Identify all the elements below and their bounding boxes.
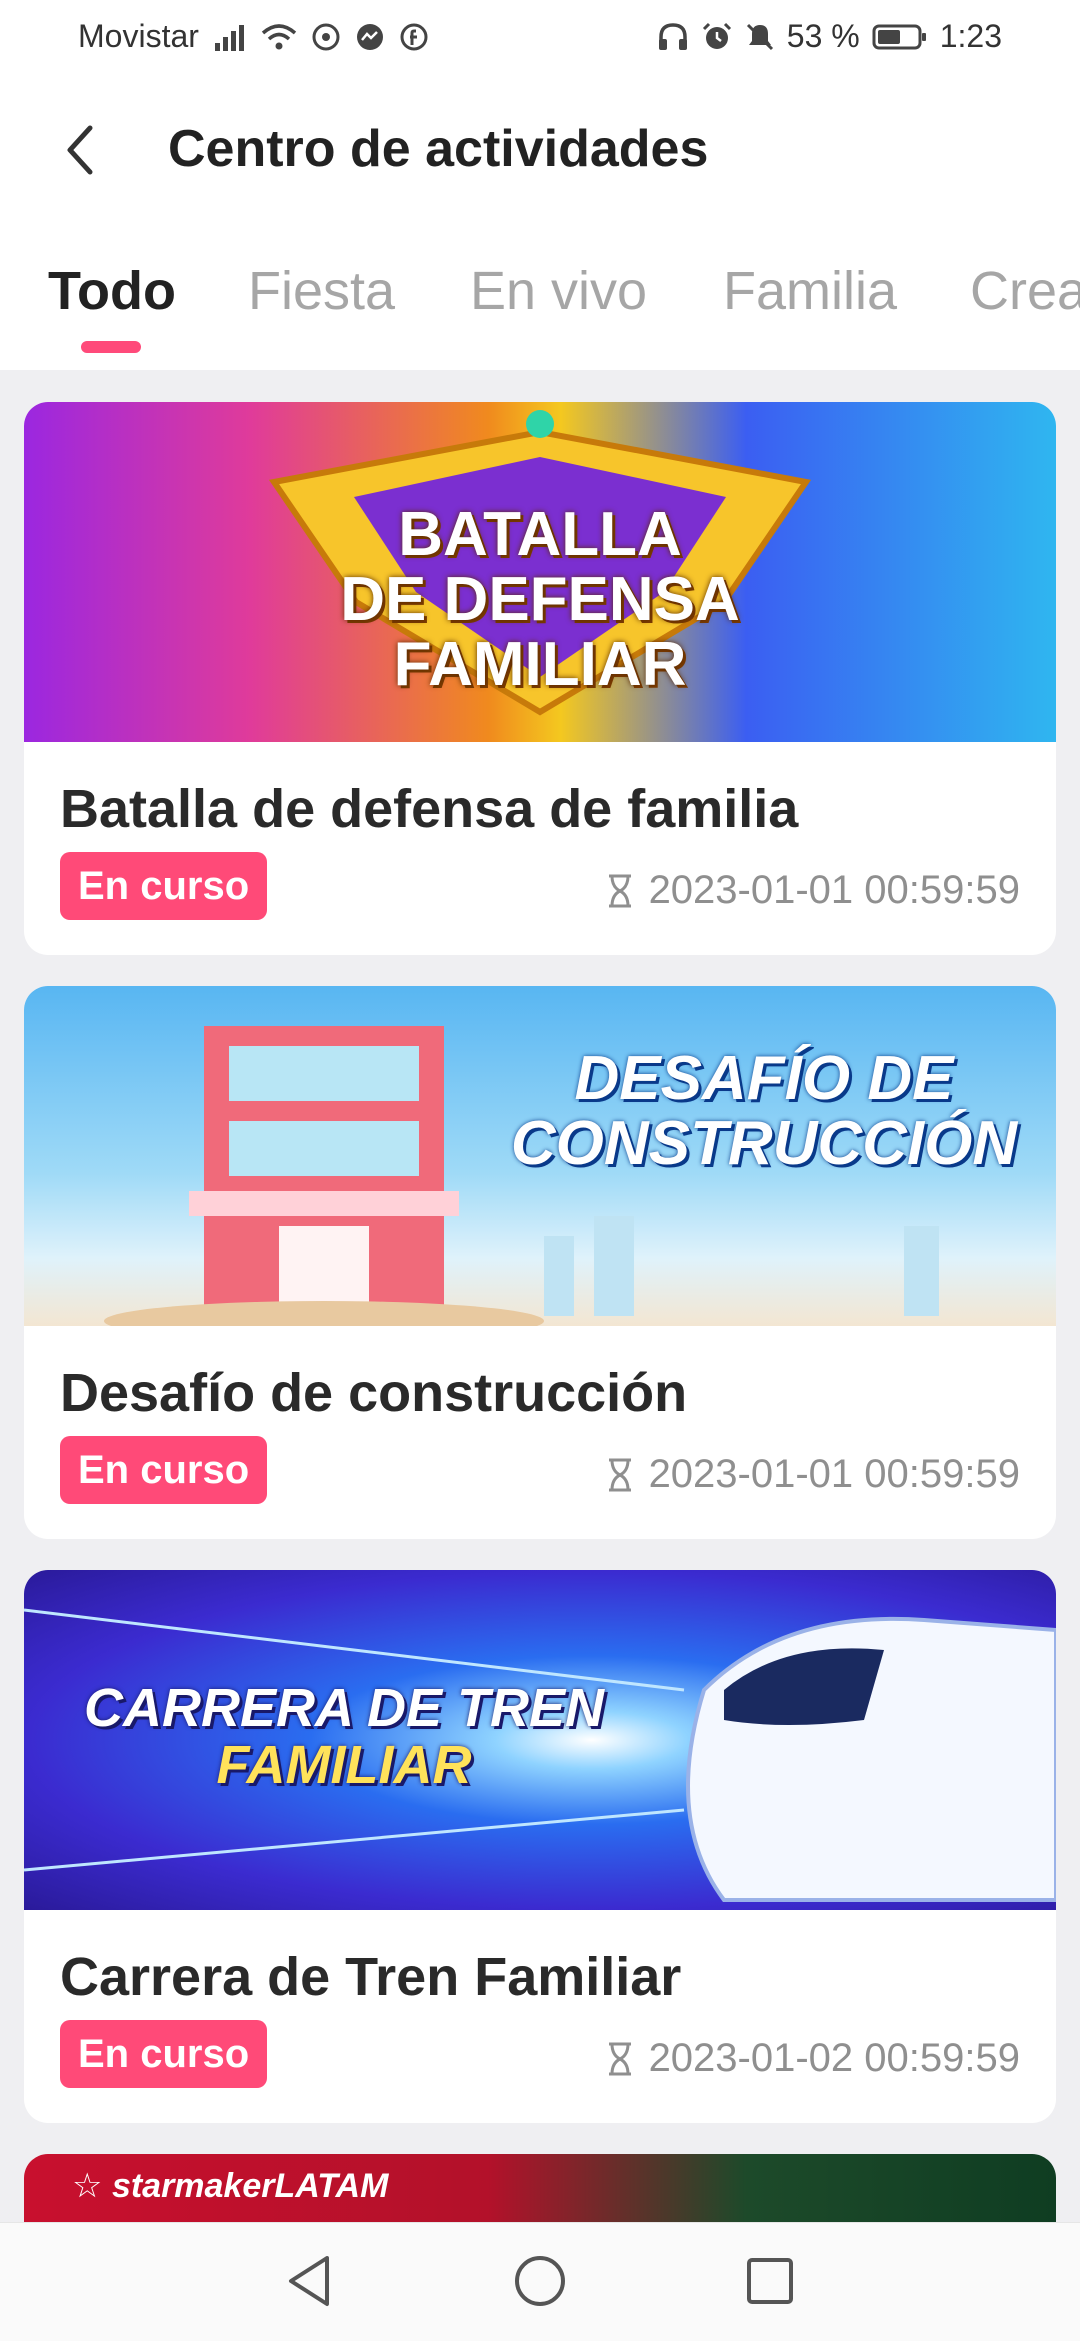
end-time: 2023-01-01 00:59:59 bbox=[605, 1452, 1020, 1497]
activity-card[interactable]: DESAFÍO DE CONSTRUCCIÓN Desafío de const… bbox=[24, 986, 1056, 1539]
category-tabs: Todo Fiesta En vivo Familia Crea bbox=[0, 225, 1080, 370]
mute-icon bbox=[745, 22, 775, 52]
battery-percent: 53 % bbox=[786, 18, 860, 54]
carrier-label: Movistar bbox=[78, 18, 199, 54]
brand-logo: ☆ starmakerLATAM bbox=[72, 2167, 389, 2205]
hourglass-icon bbox=[608, 874, 631, 907]
hourglass-icon bbox=[608, 1458, 631, 1491]
signal-icon bbox=[213, 23, 247, 51]
star-icon: ☆ bbox=[72, 2167, 103, 2205]
activity-title: Batalla de defensa de familia bbox=[60, 779, 799, 839]
activity-banner: BATALLA DE DEFENSA FAMILIAR bbox=[24, 402, 1056, 742]
status-badge: En curso bbox=[60, 1436, 268, 1504]
facebook-icon bbox=[399, 22, 429, 52]
status-badge: En curso bbox=[60, 2020, 268, 2088]
activity-title: Desafío de construcción bbox=[60, 1363, 688, 1423]
end-time: 2023-01-02 00:59:59 bbox=[605, 2036, 1020, 2081]
active-tab-indicator bbox=[81, 341, 141, 353]
banner-heading: CARRERA DE TREN FAMILIAR bbox=[83, 1678, 604, 1795]
activity-card[interactable]: CARRERA DE TREN FAMILIAR Carrera de Tren… bbox=[24, 1570, 1056, 2123]
hourglass-icon bbox=[608, 2042, 631, 2075]
chevron-left-icon bbox=[67, 125, 93, 175]
tab-familia[interactable]: Familia bbox=[723, 260, 897, 322]
app-header: Centro de actividades bbox=[0, 75, 1080, 225]
wifi-icon bbox=[261, 23, 297, 51]
activity-card[interactable]: BATALLA DE DEFENSA FAMILIAR Batalla de d… bbox=[24, 402, 1056, 955]
tab-todo[interactable]: Todo bbox=[48, 260, 176, 322]
activity-title: Carrera de Tren Familiar bbox=[60, 1947, 682, 2007]
banner-heading: BATALLA DE DEFENSA FAMILIAR bbox=[340, 500, 740, 700]
status-badge: En curso bbox=[60, 852, 268, 920]
status-bar: Movistar 53 % 1:23 bbox=[0, 0, 1080, 75]
battery-icon bbox=[872, 22, 928, 52]
nav-back-button[interactable] bbox=[280, 2251, 340, 2311]
activity-banner: CARRERA DE TREN FAMILIAR bbox=[24, 1570, 1056, 1910]
square-recents-icon bbox=[747, 2258, 793, 2304]
end-time: 2023-01-01 00:59:59 bbox=[605, 868, 1020, 913]
system-nav-bar bbox=[0, 2222, 1080, 2341]
messenger-icon bbox=[355, 22, 385, 52]
back-button[interactable] bbox=[50, 115, 110, 185]
end-time-text: 2023-01-01 00:59:59 bbox=[648, 1452, 1020, 1496]
page-title: Centro de actividades bbox=[168, 120, 709, 178]
triangle-back-icon bbox=[289, 2256, 329, 2306]
nav-recents-button[interactable] bbox=[740, 2251, 800, 2311]
banner-heading: DESAFÍO DE CONSTRUCCIÓN bbox=[510, 1044, 1018, 1179]
headphones-icon bbox=[657, 22, 689, 52]
end-time-text: 2023-01-01 00:59:59 bbox=[648, 868, 1020, 912]
nav-home-button[interactable] bbox=[510, 2251, 570, 2311]
tab-en-vivo[interactable]: En vivo bbox=[470, 260, 647, 322]
circle-home-icon bbox=[515, 2256, 565, 2306]
activity-banner: DESAFÍO DE CONSTRUCCIÓN bbox=[24, 986, 1056, 1326]
alarm-icon bbox=[701, 21, 733, 53]
tab-crea[interactable]: Crea bbox=[970, 260, 1080, 322]
whatsapp-icon bbox=[311, 22, 341, 52]
tab-fiesta[interactable]: Fiesta bbox=[248, 260, 395, 322]
clock: 1:23 bbox=[939, 18, 1002, 54]
end-time-text: 2023-01-02 00:59:59 bbox=[648, 2036, 1020, 2080]
